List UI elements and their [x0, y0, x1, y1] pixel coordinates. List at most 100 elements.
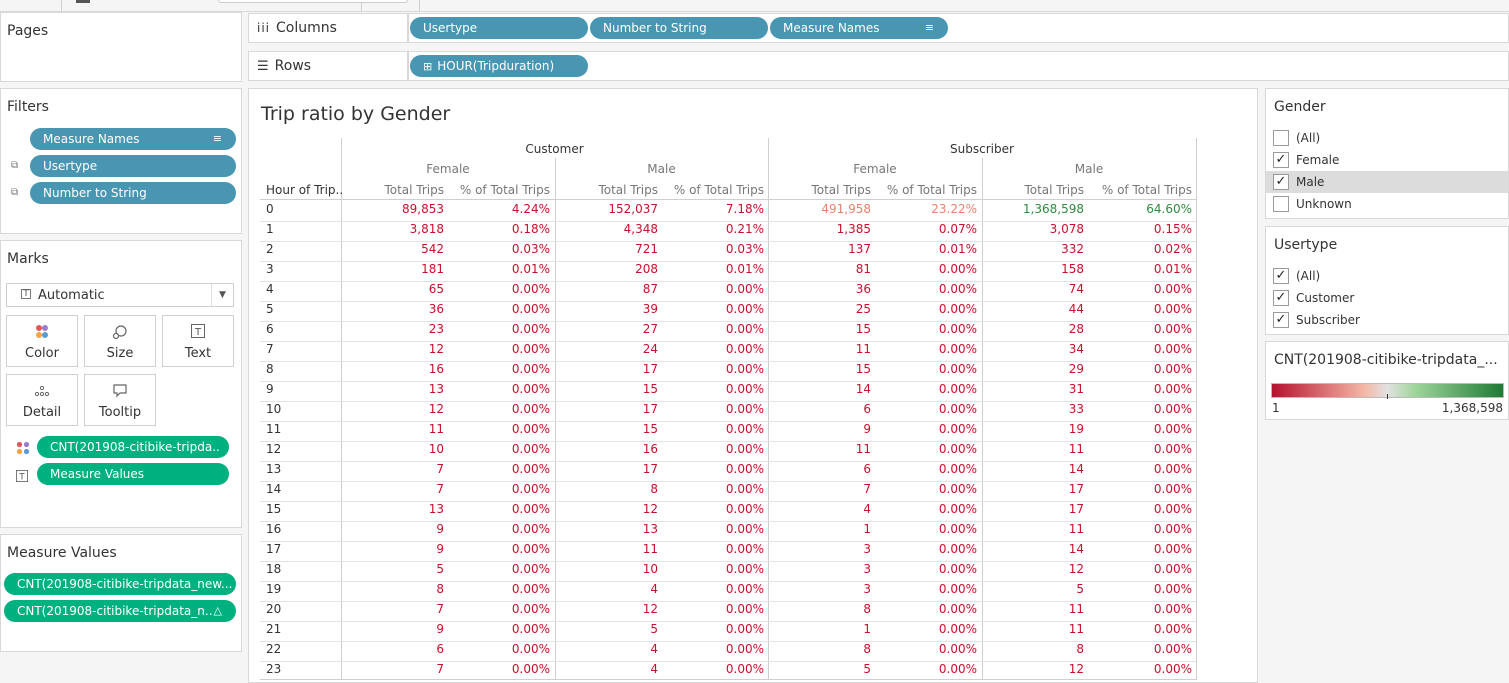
table-cell[interactable]: 491,958 [771, 202, 871, 216]
table-cell[interactable]: 7.18% [664, 202, 764, 216]
table-cell[interactable]: 0.00% [664, 542, 764, 556]
checkbox-label[interactable]: (All) [1296, 131, 1320, 145]
table-cell[interactable]: 3,818 [344, 222, 444, 236]
table-cell[interactable]: 13 [344, 502, 444, 516]
row-label-hour[interactable]: 3 [266, 262, 274, 276]
table-cell[interactable]: 9 [771, 422, 871, 436]
plus-box-icon[interactable]: ⊞ [423, 60, 432, 73]
table-cell[interactable]: 7 [344, 662, 444, 676]
table-cell[interactable]: 0.00% [1092, 362, 1192, 376]
table-cell[interactable]: 0.00% [1092, 582, 1192, 596]
table-cell[interactable]: 17 [984, 502, 1084, 516]
table-cell[interactable]: 36 [344, 302, 444, 316]
table-cell[interactable]: 0.00% [664, 282, 764, 296]
table-cell[interactable]: 0.00% [450, 642, 550, 656]
table-cell[interactable]: 17 [558, 362, 658, 376]
filter-pill-number-to-string[interactable]: Number to String [30, 182, 236, 204]
table-cell[interactable]: 23.22% [877, 202, 977, 216]
checkbox-label[interactable]: Unknown [1296, 197, 1352, 211]
table-cell[interactable]: 39 [558, 302, 658, 316]
row-label-hour[interactable]: 17 [266, 542, 281, 556]
table-cell[interactable]: 15 [771, 362, 871, 376]
table-cell[interactable]: 11 [771, 442, 871, 456]
measure-header[interactable]: Total Trips [548, 183, 658, 197]
row-label-hour[interactable]: 9 [266, 382, 274, 396]
row-label-hour[interactable]: 14 [266, 482, 281, 496]
table-cell[interactable]: 0.00% [1092, 302, 1192, 316]
sort-descending-icon[interactable]: ≡ [213, 128, 222, 150]
table-cell[interactable]: 7 [344, 482, 444, 496]
checkbox-label[interactable]: Subscriber [1296, 313, 1360, 327]
table-cell[interactable]: 0.00% [877, 502, 977, 516]
table-cell[interactable]: 12 [344, 402, 444, 416]
table-cell[interactable]: 11 [344, 422, 444, 436]
table-cell[interactable]: 4.24% [450, 202, 550, 216]
row-label-hour[interactable]: 11 [266, 422, 281, 436]
table-cell[interactable]: 7 [771, 482, 871, 496]
text-button[interactable]: T Text [162, 315, 234, 367]
table-cell[interactable]: 0.00% [877, 302, 977, 316]
table-cell[interactable]: 5 [771, 662, 871, 676]
table-cell[interactable]: 0.00% [877, 522, 977, 536]
row-label-hour[interactable]: 23 [266, 662, 281, 676]
table-cell[interactable]: 0.00% [450, 662, 550, 676]
table-cell[interactable]: 4 [558, 642, 658, 656]
table-cell[interactable]: 0.00% [1092, 542, 1192, 556]
table-cell[interactable]: 12 [984, 662, 1084, 676]
checkbox-label[interactable]: Male [1296, 175, 1324, 189]
table-cell[interactable]: 0.07% [877, 222, 977, 236]
table-cell[interactable]: 0.00% [450, 322, 550, 336]
checkbox-label[interactable]: (All) [1296, 269, 1320, 283]
table-cell[interactable]: 0.00% [1092, 282, 1192, 296]
row-label-hour[interactable]: 13 [266, 462, 281, 476]
table-cell[interactable]: 0.15% [1092, 222, 1192, 236]
table-cell[interactable]: 0.00% [664, 402, 764, 416]
checkbox-label[interactable]: Female [1296, 153, 1339, 167]
table-cell[interactable]: 0.00% [450, 482, 550, 496]
table-cell[interactable]: 23 [344, 322, 444, 336]
table-cell[interactable]: 0.00% [1092, 502, 1192, 516]
table-cell[interactable]: 11 [771, 342, 871, 356]
table-cell[interactable]: 0.00% [450, 402, 550, 416]
table-cell[interactable]: 0.00% [664, 422, 764, 436]
table-cell[interactable]: 4 [771, 502, 871, 516]
table-cell[interactable]: 0.00% [1092, 462, 1192, 476]
table-cell[interactable]: 11 [984, 522, 1084, 536]
table-cell[interactable]: 1,368,598 [984, 202, 1084, 216]
table-cell[interactable]: 8 [984, 642, 1084, 656]
table-cell[interactable]: 0.01% [450, 262, 550, 276]
checkbox[interactable]: ✓ [1273, 268, 1289, 284]
gender-header[interactable]: Male [555, 162, 768, 176]
checkbox[interactable]: ✓ [1273, 312, 1289, 328]
row-label-hour[interactable]: 5 [266, 302, 274, 316]
table-cell[interactable]: 0.00% [877, 262, 977, 276]
table-cell[interactable]: 14 [984, 542, 1084, 556]
table-cell[interactable]: 0.00% [1092, 382, 1192, 396]
table-cell[interactable]: 0.00% [877, 362, 977, 376]
table-cell[interactable]: 0.00% [877, 602, 977, 616]
table-cell[interactable]: 0.00% [664, 302, 764, 316]
table-cell[interactable]: 0.00% [664, 342, 764, 356]
row-header-hour[interactable]: Hour of Trip.. [266, 183, 342, 197]
table-cell[interactable]: 0.00% [1092, 622, 1192, 636]
table-cell[interactable]: 0.00% [664, 382, 764, 396]
row-label-hour[interactable]: 22 [266, 642, 281, 656]
row-label-hour[interactable]: 18 [266, 562, 281, 576]
table-cell[interactable]: 0.00% [664, 462, 764, 476]
worksheet-view[interactable]: Trip ratio by Gender Customer Subscriber F… [248, 88, 1258, 683]
table-cell[interactable]: 17 [984, 482, 1084, 496]
table-cell[interactable]: 3 [771, 542, 871, 556]
table-cell[interactable]: 7 [344, 462, 444, 476]
table-cell[interactable]: 11 [984, 622, 1084, 636]
row-label-hour[interactable]: 0 [266, 202, 274, 216]
table-cell[interactable]: 7 [344, 602, 444, 616]
table-cell[interactable]: 0.00% [664, 562, 764, 576]
table-cell[interactable]: 208 [558, 262, 658, 276]
table-cell[interactable]: 8 [558, 482, 658, 496]
table-cell[interactable]: 0.01% [1092, 262, 1192, 276]
toolbar-tab[interactable] [62, 0, 408, 12]
table-cell[interactable]: 4,348 [558, 222, 658, 236]
table-cell[interactable]: 11 [558, 542, 658, 556]
columns-pill-usertype[interactable]: Usertype [410, 17, 588, 39]
table-cell[interactable]: 9 [344, 522, 444, 536]
